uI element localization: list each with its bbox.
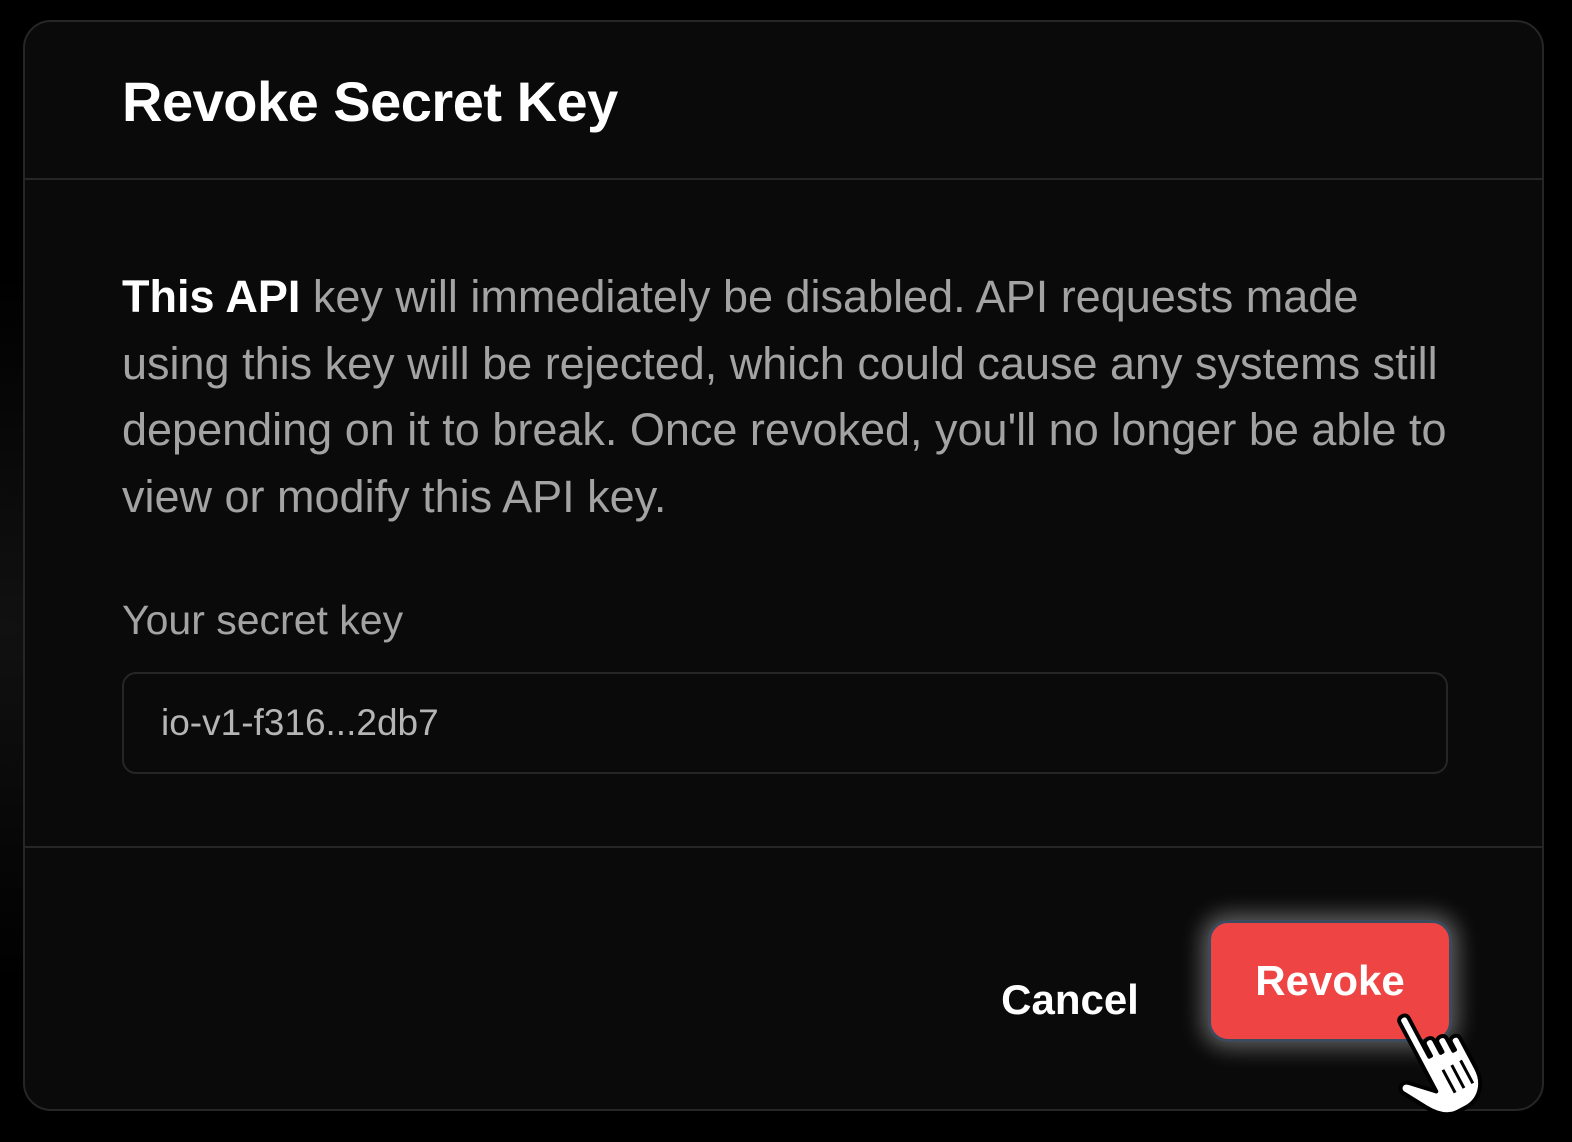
dialog-title: Revoke Secret Key <box>122 70 618 133</box>
dialog-footer: Cancel Revoke <box>25 848 1542 1109</box>
dialog-header: Revoke Secret Key <box>25 22 1542 180</box>
revoke-secret-key-dialog: Revoke Secret Key This API key will imme… <box>23 20 1544 1111</box>
secret-key-label: Your secret key <box>122 597 404 643</box>
warning-message: key will immediately be disabled. API re… <box>122 271 1447 522</box>
secret-key-field[interactable] <box>122 672 1448 774</box>
warning-emphasis: This API <box>122 271 301 322</box>
dialog-body: This API key will immediately be disable… <box>25 180 1542 848</box>
cancel-button[interactable]: Cancel <box>975 938 1165 1062</box>
revoke-button[interactable]: Revoke <box>1208 920 1452 1042</box>
revoke-warning-text: This API key will immediately be disable… <box>122 264 1452 530</box>
